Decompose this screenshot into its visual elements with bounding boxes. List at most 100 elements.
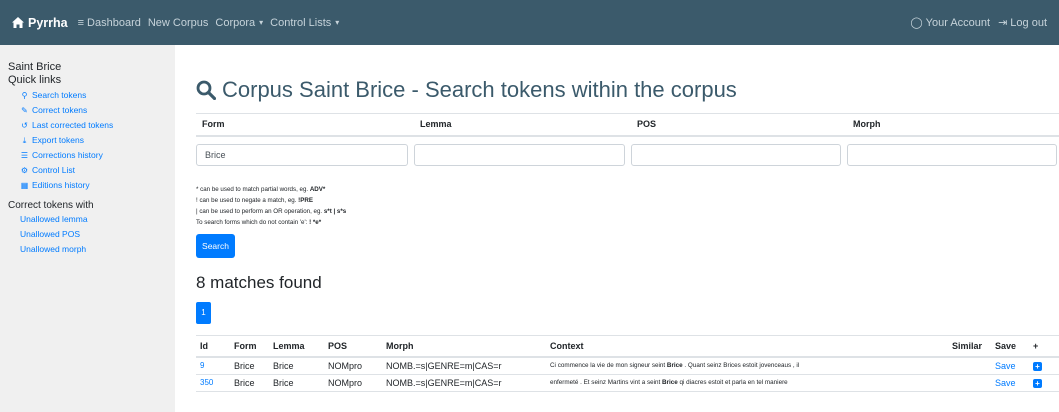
sidebar-link-search-tokens[interactable]: ⚲ Search tokens <box>8 88 167 103</box>
token-id-link[interactable]: 350 <box>196 374 230 392</box>
sidebar-link-unallowed-morph[interactable]: Unallowed morph <box>8 242 167 257</box>
nav-control-lists-label: Control Lists <box>270 16 332 29</box>
add-token-cell: + <box>1029 374 1059 392</box>
search-help: * can be used to match partial words, eg… <box>196 184 1059 228</box>
col-plus: + <box>1029 334 1059 358</box>
search-icon <box>196 80 216 100</box>
caret-down-icon: ▾ <box>335 18 340 27</box>
token-context: enfermeté . Et seinz Martins vint a sein… <box>546 374 948 392</box>
sidebar-link-control-list[interactable]: ⚙ Control List <box>8 163 167 178</box>
sidebar-link-correct-tokens[interactable]: ✎ Correct tokens <box>8 103 167 118</box>
sidebar-link-label: Corrections history <box>32 150 103 160</box>
help-line: ! can be used to negate a match, eg. !PR… <box>196 195 1059 206</box>
nav-dashboard[interactable]: ≡ Dashboard <box>78 17 141 29</box>
search-button[interactable]: Search <box>196 233 235 258</box>
nav-new-corpus[interactable]: New Corpus <box>148 17 209 29</box>
token-morph[interactable]: NOMB.=s|GENRE=m|CAS=r <box>382 374 546 392</box>
brand-link[interactable]: Pyrrha <box>12 16 68 30</box>
col-morph: Morph <box>382 334 546 358</box>
search-filters-table: Form Lemma POS Morph Brice <box>196 113 1059 166</box>
context-before: Ci commence la vie de mon signeur seint <box>550 362 667 370</box>
sidebar: Saint Brice Quick links ⚲ Search tokens ✎… <box>0 45 175 412</box>
context-token: Brice <box>666 362 683 370</box>
token-context: Ci commence la vie de mon signeur seint … <box>546 357 948 375</box>
save-button[interactable]: Save <box>991 374 1029 392</box>
cogs-icon: ⚙ <box>20 166 29 175</box>
nav-new-corpus-label: New Corpus <box>147 16 209 29</box>
help-example: !PRE <box>298 196 313 204</box>
download-icon: ⤓ <box>22 136 27 145</box>
sidebar-link-unallowed-lemma[interactable]: Unallowed lemma <box>8 212 167 227</box>
table-row: 350 Brice Brice NOMpro NOMB.=s|GENRE=m|C… <box>196 374 1059 392</box>
help-line: To search forms which do not contain 'e'… <box>196 217 1059 228</box>
filter-header-pos: POS <box>631 113 847 137</box>
col-id: Id <box>196 334 230 358</box>
nav-control-lists-dropdown[interactable]: Control Lists ▾ <box>270 17 339 29</box>
bars-icon: ≡ <box>77 16 85 29</box>
nav-account[interactable]: ◯ Your Account <box>910 16 991 30</box>
nav-logout[interactable]: ⇥ Log out <box>998 16 1047 30</box>
sidebar-link-editions-history[interactable]: ▦ Editions history <box>8 178 167 193</box>
sidebar-quick-links-title: Quick links <box>8 74 62 86</box>
context-after: qi diacres estoit et parla en tel manier… <box>677 379 788 386</box>
sidebar-link-export-tokens[interactable]: ⤓ Export tokens <box>8 133 167 148</box>
form-filter-input[interactable]: Brice <box>196 143 408 166</box>
table-row: 9 Brice Brice NOMpro NOMB.=s|GENRE=m|CAS… <box>196 357 1059 375</box>
nav-corpora-label: Corpora <box>215 16 256 29</box>
home-icon <box>12 17 24 28</box>
token-morph[interactable]: NOMB.=s|GENRE=m|CAS=r <box>382 357 546 375</box>
token-pos[interactable]: NOMpro <box>324 374 382 392</box>
plus-square-icon[interactable]: + <box>1033 361 1042 371</box>
results-table: Id Form Lemma POS Morph Context Similar … <box>196 334 1059 392</box>
morph-filter-input[interactable] <box>847 143 1057 166</box>
nav-account-label: Your Account <box>925 16 991 29</box>
help-text: ! can be used to negate a match, eg. <box>196 196 299 204</box>
filter-header-form: Form <box>196 113 414 137</box>
brand-label: Pyrrha <box>28 15 68 30</box>
sidebar-link-unallowed-pos[interactable]: Unallowed POS <box>8 227 167 242</box>
search-icon: ⚲ <box>21 91 28 100</box>
help-text: To search forms which do not contain 'e'… <box>196 218 310 226</box>
user-icon: ◯ <box>910 17 923 29</box>
sidebar-link-label: Last corrected tokens <box>32 120 114 130</box>
token-form[interactable]: Brice <box>230 357 269 375</box>
sidebar-link-last-corrected[interactable]: ↺ Last corrected tokens <box>8 118 167 133</box>
lemma-filter-input[interactable] <box>414 143 625 166</box>
col-lemma: Lemma <box>269 334 324 358</box>
page-title-text: Corpus Saint Brice - Search tokens withi… <box>222 77 737 102</box>
context-before: enfermeté . Et seinz Martins vint a sein… <box>550 379 662 386</box>
token-lemma[interactable]: Brice <box>269 374 324 392</box>
pencil-icon: ✎ <box>21 106 28 115</box>
token-lemma[interactable]: Brice <box>269 357 324 375</box>
sidebar-link-label: Search tokens <box>32 90 87 100</box>
help-text: | can be used to perform an OR operation… <box>196 207 324 215</box>
col-save: Save <box>991 334 1029 358</box>
filter-header-lemma: Lemma <box>414 113 631 137</box>
add-token-cell: + <box>1029 357 1059 375</box>
col-pos: POS <box>324 334 382 358</box>
token-form[interactable]: Brice <box>230 374 269 392</box>
list-icon: ☰ <box>20 151 29 160</box>
main-content: Corpus Saint Brice - Search tokens withi… <box>196 45 1059 392</box>
sidebar-link-corrections-history[interactable]: ☰ Corrections history <box>8 148 167 163</box>
page-title: Corpus Saint Brice - Search tokens withi… <box>196 76 1059 104</box>
help-example: ! *e* <box>309 218 322 226</box>
context-token: Brice <box>662 379 678 386</box>
token-similar <box>948 374 991 392</box>
nav-corpora-dropdown[interactable]: Corpora ▾ <box>215 17 263 29</box>
save-button[interactable]: Save <box>991 357 1029 375</box>
pos-filter-input[interactable] <box>631 143 841 166</box>
sidebar-link-label: Control List <box>32 165 75 175</box>
help-line: * can be used to match partial words, eg… <box>196 184 1059 195</box>
help-example: s*t | s*s <box>323 207 347 215</box>
col-context: Context <box>546 334 948 358</box>
sidebar-link-label: Export tokens <box>32 135 84 145</box>
token-id-link[interactable]: 9 <box>196 357 230 375</box>
nav-logout-label: Log out <box>1010 16 1047 29</box>
calendar-icon: ▦ <box>20 181 29 190</box>
top-navbar: Pyrrha ≡ Dashboard New Corpus Corpora ▾ … <box>0 0 1059 45</box>
pagination-page-1[interactable]: 1 <box>196 301 211 324</box>
sidebar-link-label: Editions history <box>32 180 90 190</box>
plus-square-icon[interactable]: + <box>1033 378 1042 388</box>
token-pos[interactable]: NOMpro <box>324 357 382 375</box>
